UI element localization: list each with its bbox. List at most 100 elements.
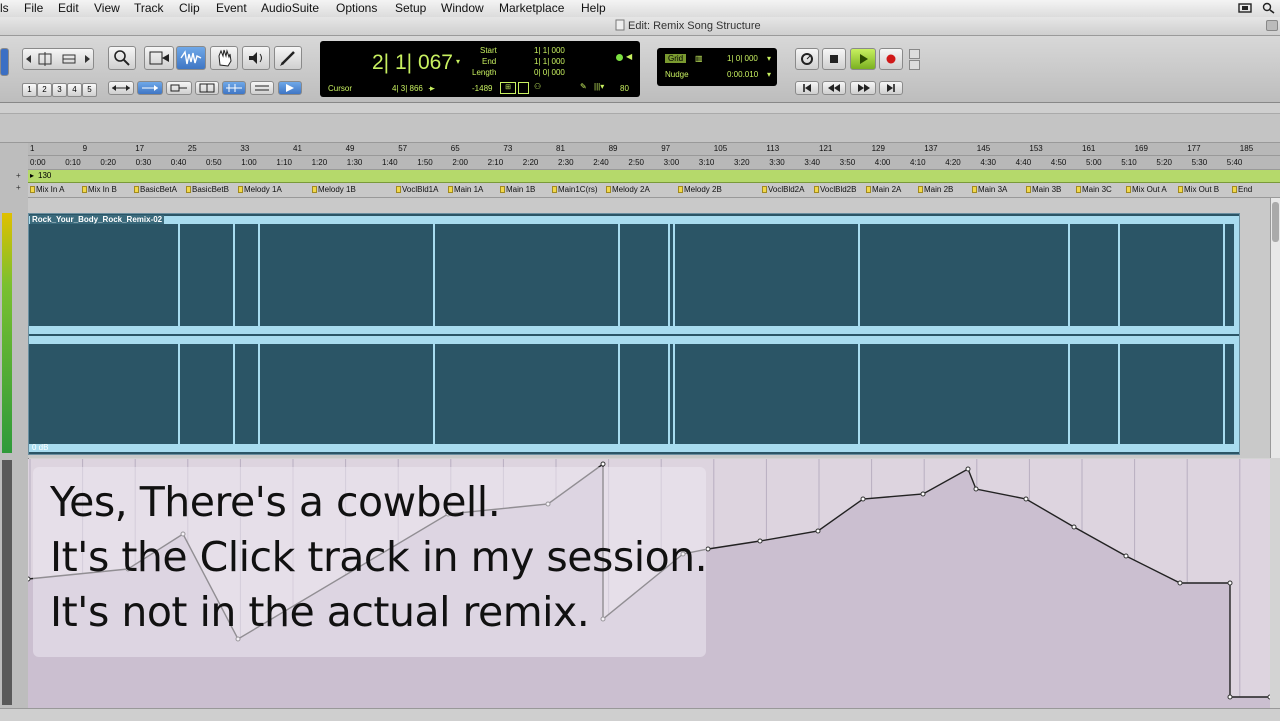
automation-breakpoint[interactable] bbox=[965, 466, 971, 472]
zoom-preset-2[interactable]: 2 bbox=[37, 83, 52, 97]
menu-options[interactable]: Options bbox=[336, 1, 377, 15]
automation-breakpoint[interactable] bbox=[1177, 580, 1183, 586]
automation-breakpoint[interactable] bbox=[28, 576, 31, 582]
marker-15[interactable]: Main 2B bbox=[918, 185, 953, 194]
spot-mode-button[interactable] bbox=[166, 81, 192, 95]
pencil-tool-button[interactable] bbox=[274, 46, 302, 70]
stop-button[interactable] bbox=[822, 48, 846, 70]
grid-mode-button[interactable] bbox=[195, 81, 219, 95]
record-button[interactable] bbox=[879, 48, 903, 70]
length-value[interactable]: 0| 0| 000 bbox=[534, 68, 565, 77]
menu-track[interactable]: Track bbox=[134, 1, 164, 15]
zoom-preset-4[interactable]: 4 bbox=[67, 83, 82, 97]
automation-breakpoint[interactable] bbox=[1267, 694, 1270, 700]
marker-2[interactable]: BasicBetA bbox=[134, 185, 177, 194]
shuffle-mode-button[interactable] bbox=[108, 81, 134, 95]
scrollbar-thumb[interactable] bbox=[1272, 202, 1279, 242]
zoom-preset-5[interactable]: 5 bbox=[82, 83, 97, 97]
grabber-tool-button[interactable] bbox=[210, 46, 238, 70]
marker-7[interactable]: Main 1A bbox=[448, 185, 483, 194]
insertion-follows-playback-button[interactable] bbox=[278, 81, 302, 95]
marker-1[interactable]: Mix In B bbox=[82, 185, 117, 194]
menu-clip[interactable]: Clip bbox=[179, 1, 200, 15]
mode-selector-button[interactable] bbox=[0, 48, 9, 76]
link-selection-button[interactable] bbox=[250, 81, 274, 95]
marker-18[interactable]: Main 3C bbox=[1076, 185, 1112, 194]
smart-tool-button[interactable] bbox=[176, 46, 206, 70]
marker-5[interactable]: Melody 1B bbox=[312, 185, 356, 194]
menu-window[interactable]: Window bbox=[441, 1, 484, 15]
end-value[interactable]: 1| 1| 000 bbox=[534, 57, 565, 66]
marker-add-icon[interactable]: + bbox=[16, 183, 21, 192]
automation-breakpoint[interactable] bbox=[600, 461, 606, 467]
start-value[interactable]: 1| 1| 000 bbox=[534, 46, 565, 55]
zoom-controls[interactable] bbox=[22, 48, 94, 70]
zoom-preset-3[interactable]: 3 bbox=[52, 83, 67, 97]
marker-9[interactable]: Main1C(rs) bbox=[552, 185, 598, 194]
marker-0[interactable]: Mix In A bbox=[30, 185, 64, 194]
midi-merge-button[interactable]: ⊞ bbox=[500, 82, 516, 94]
transport-option-1[interactable] bbox=[909, 49, 920, 59]
marker-16[interactable]: Main 3A bbox=[972, 185, 1007, 194]
fast-forward-button[interactable] bbox=[850, 81, 876, 95]
nudge-value[interactable]: 0:00.010 bbox=[727, 70, 758, 79]
menu-view[interactable]: View bbox=[94, 1, 120, 15]
main-counter-value[interactable]: 2| 1| 067 bbox=[372, 51, 453, 75]
automation-breakpoint[interactable] bbox=[860, 496, 866, 502]
menu-event[interactable]: Event bbox=[216, 1, 247, 15]
automation-breakpoint[interactable] bbox=[973, 486, 979, 492]
conductor-icon[interactable]: ⚇ bbox=[534, 82, 541, 91]
automation-breakpoint[interactable] bbox=[815, 528, 821, 534]
marker-19[interactable]: Mix Out A bbox=[1126, 185, 1167, 194]
nudge-dropdown-icon[interactable]: ▾ bbox=[767, 70, 771, 79]
bars-beats-ruler[interactable]: 1 9 17 25 33 41 49 57 65 73 81 89 97 105 113 121 129 137 1… bbox=[28, 143, 1280, 156]
marker-12[interactable]: VoclBld2A bbox=[762, 185, 804, 194]
automation-breakpoint[interactable] bbox=[1023, 496, 1029, 502]
automation-breakpoint[interactable] bbox=[757, 538, 763, 544]
marker-10[interactable]: Melody 2A bbox=[606, 185, 650, 194]
marker-14[interactable]: Main 2A bbox=[866, 185, 901, 194]
marker-4[interactable]: Melody 1A bbox=[238, 185, 282, 194]
tempo-add-icon[interactable]: + bbox=[16, 171, 21, 180]
slip-mode-button[interactable] bbox=[137, 81, 163, 95]
zoomer-tool-button[interactable] bbox=[108, 46, 136, 70]
menu-audiosuite[interactable]: AudioSuite bbox=[261, 1, 319, 15]
rewind-button[interactable] bbox=[822, 81, 846, 95]
automation-breakpoint[interactable] bbox=[920, 491, 926, 497]
pencil-tempo-icon[interactable]: ✎ bbox=[580, 82, 587, 91]
marker-13[interactable]: VoclBld2B bbox=[814, 185, 856, 194]
markers-ruler[interactable]: Mix In A Mix In B BasicBetA BasicBetB Melody… bbox=[28, 183, 1280, 198]
tempo-ruler[interactable]: ▸ 130 bbox=[28, 170, 1280, 183]
grid-label[interactable]: Grid bbox=[665, 54, 687, 63]
tab-to-transients-button[interactable] bbox=[222, 81, 246, 95]
automation-breakpoint[interactable] bbox=[1227, 580, 1233, 586]
automation-breakpoint[interactable] bbox=[1071, 524, 1077, 530]
app-menu[interactable]: ls bbox=[0, 1, 9, 15]
tempo-ruler-button[interactable] bbox=[518, 82, 529, 94]
online-button[interactable] bbox=[795, 48, 819, 70]
grid-dropdown-icon[interactable]: ▾ bbox=[767, 54, 771, 63]
marker-20[interactable]: Mix Out B bbox=[1178, 185, 1219, 194]
zoom-preset-1[interactable]: 1 bbox=[22, 83, 37, 97]
menu-setup[interactable]: Setup bbox=[395, 1, 426, 15]
marker-17[interactable]: Main 3B bbox=[1026, 185, 1061, 194]
counter-dropdown-icon[interactable]: ▾ bbox=[456, 57, 460, 66]
return-to-zero-button[interactable] bbox=[795, 81, 819, 95]
automation-breakpoint[interactable] bbox=[1227, 694, 1233, 700]
marker-3[interactable]: BasicBetB bbox=[186, 185, 229, 194]
min-sec-ruler[interactable]: 0:00 0:10 0:20 0:30 0:40 0:50 1:00 1:10 1:20 1:30… bbox=[28, 156, 1280, 170]
clip-gain[interactable]: 0 dB bbox=[32, 443, 48, 452]
post-roll-icon[interactable]: ◀ bbox=[626, 52, 632, 61]
pre-roll-indicator[interactable] bbox=[616, 54, 623, 61]
transport-option-2[interactable] bbox=[909, 60, 920, 70]
play-button[interactable] bbox=[850, 48, 876, 70]
menu-help[interactable]: Help bbox=[581, 1, 606, 15]
menu-marketplace[interactable]: Marketplace bbox=[499, 1, 564, 15]
toolbar-toggle-button[interactable] bbox=[1266, 20, 1278, 31]
marker-21[interactable]: End bbox=[1232, 185, 1252, 194]
marker-11[interactable]: Melody 2B bbox=[678, 185, 722, 194]
horizontal-scrollbar[interactable] bbox=[0, 708, 1280, 721]
tempo-value[interactable]: 130 bbox=[38, 171, 51, 180]
screen-icon[interactable] bbox=[1238, 2, 1252, 17]
scrubber-tool-button[interactable] bbox=[242, 46, 270, 70]
